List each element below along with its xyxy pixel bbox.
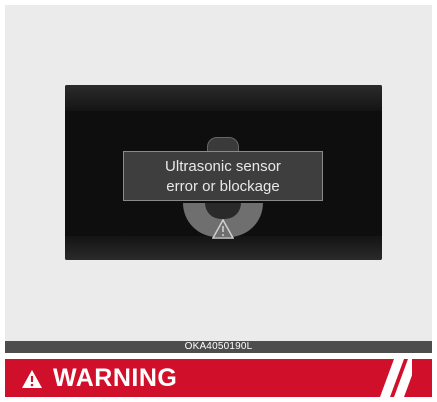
warning-triangle-icon (212, 219, 234, 239)
instrument-display: Ultrasonic sensor error or blockage (65, 85, 382, 260)
sensor-error-message: Ultrasonic sensor error or blockage (123, 151, 323, 201)
display-bottom-band (65, 236, 382, 260)
message-line-1: Ultrasonic sensor (165, 158, 281, 175)
figure-area: Ultrasonic sensor error or blockage (5, 5, 432, 341)
figure-caption: OKA4050190L (5, 341, 432, 353)
warning-title: WARNING (53, 364, 178, 392)
warning-banner: WARNING (5, 359, 432, 397)
decorative-stripes (380, 359, 412, 397)
display-top-band (65, 85, 382, 111)
message-line-2: error or blockage (166, 178, 280, 195)
warning-triangle-icon (22, 370, 42, 388)
